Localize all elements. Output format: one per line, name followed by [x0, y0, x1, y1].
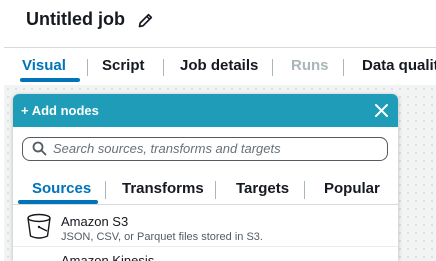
tab-job-details[interactable]: Job details [180, 57, 258, 77]
job-tabs: Visual Script Job details Runs Data qual… [4, 47, 436, 86]
tab-divider [105, 181, 106, 199]
search-box [22, 137, 388, 161]
kinesis-icon [27, 254, 51, 261]
tab-runs: Runs [291, 57, 329, 74]
tab-data-quality[interactable]: Data qualit [362, 57, 436, 77]
node-name: Amazon S3 [61, 214, 129, 229]
list-divider [13, 246, 398, 247]
tab-divider [87, 59, 88, 76]
search-icon [32, 141, 47, 156]
tab-sources[interactable]: Sources [32, 180, 91, 197]
tab-divider [163, 59, 164, 76]
pencil-icon[interactable] [137, 12, 154, 29]
bucket-icon [27, 213, 51, 239]
active-tab-indicator [18, 200, 98, 204]
tab-divider [272, 59, 273, 76]
node-category-tabs: Sources Transforms Targets Popular [13, 174, 398, 205]
panel-title: + Add nodes [21, 103, 99, 118]
node-name: Amazon Kinesis [61, 253, 155, 261]
close-icon[interactable] [373, 102, 390, 119]
tab-divider [215, 181, 216, 199]
tab-visual[interactable]: Visual [22, 57, 66, 77]
job-title: Untitled job [26, 9, 125, 29]
tab-divider [304, 181, 305, 199]
panel-header: + Add nodes [13, 94, 398, 127]
job-header: Untitled job [0, 0, 436, 44]
active-tab-indicator [20, 78, 80, 82]
add-nodes-panel: + Add nodes Sources Transforms Targets P… [13, 94, 398, 261]
search-input[interactable] [53, 139, 378, 158]
tab-targets[interactable]: Targets [236, 180, 289, 197]
tab-divider [343, 59, 344, 76]
node-item-amazon-kinesis[interactable]: Amazon Kinesis [13, 248, 398, 261]
tab-popular[interactable]: Popular [324, 180, 380, 197]
tab-script[interactable]: Script [102, 57, 145, 77]
node-item-amazon-s3[interactable]: Amazon S3 JSON, CSV, or Parquet files st… [13, 206, 398, 246]
node-description: JSON, CSV, or Parquet files stored in S3… [61, 231, 263, 243]
tab-transforms[interactable]: Transforms [122, 180, 204, 197]
